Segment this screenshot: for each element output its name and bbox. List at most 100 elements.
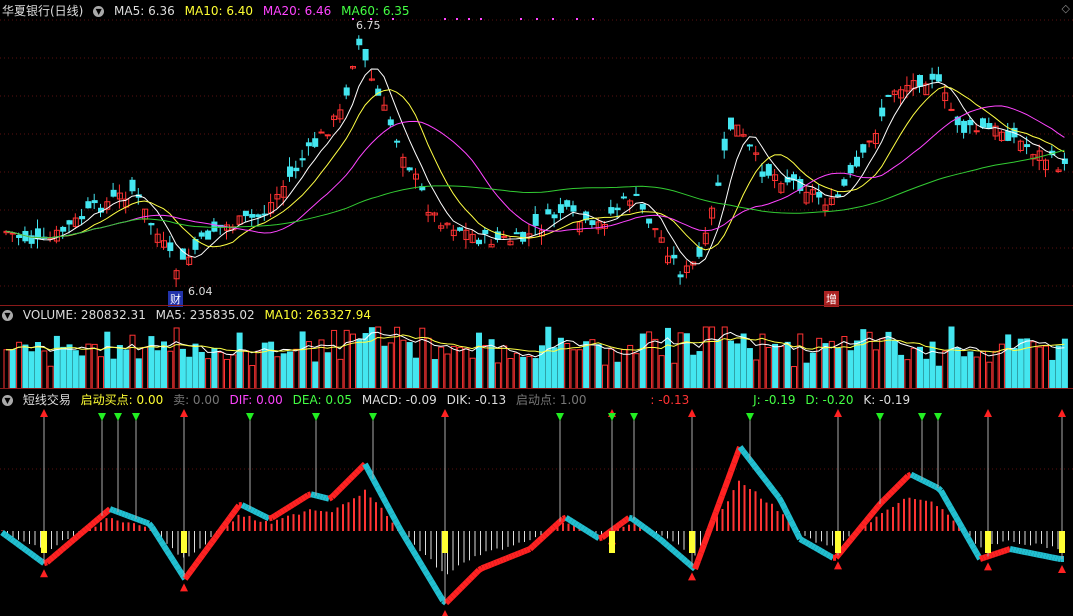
- signal-line: [395, 520, 398, 526]
- volume-bar: [798, 334, 803, 389]
- signal-line: [965, 533, 968, 538]
- volume-bar: [48, 366, 53, 389]
- signal-line: [500, 560, 503, 561]
- candle-body: [930, 74, 935, 79]
- candle-body: [477, 240, 482, 243]
- signal-line: [806, 542, 809, 544]
- candlestick-chart[interactable]: [0, 0, 1073, 305]
- signal-line: [353, 473, 356, 476]
- signal-line: [257, 513, 260, 515]
- signal-line: [281, 510, 284, 512]
- candle-body: [918, 76, 923, 87]
- signal-dot: [392, 18, 394, 20]
- signal-line: [911, 475, 914, 477]
- signal-line: [221, 526, 224, 530]
- volume-bar: [911, 348, 916, 389]
- signal-line: [1019, 551, 1022, 552]
- chevron-down-icon[interactable]: ▼: [2, 395, 13, 406]
- signal-line: [266, 517, 269, 519]
- volume-bar: [61, 347, 66, 389]
- candle-body: [880, 108, 885, 116]
- signal-line: [380, 492, 383, 498]
- signal-line: [710, 520, 713, 528]
- signal-line: [335, 491, 338, 494]
- buy-arrow-icon: [984, 409, 992, 417]
- start-point-bar: [181, 531, 187, 553]
- candle-body: [886, 95, 891, 96]
- volume-ma10-value: MA10: 263327.94: [264, 308, 371, 322]
- volume-bar: [930, 342, 935, 389]
- signal-line: [638, 523, 641, 525]
- diamond-icon[interactable]: ◇: [1062, 2, 1070, 15]
- signal-line: [230, 514, 233, 518]
- signal-line: [143, 521, 146, 522]
- sell-arrow-icon: [369, 413, 377, 421]
- candle-body: [855, 157, 860, 166]
- signal-line: [791, 521, 794, 527]
- indicator-title[interactable]: 短线交易: [23, 393, 71, 407]
- signal-line: [350, 476, 353, 479]
- indicator-chart[interactable]: [0, 389, 1073, 616]
- signal-line: [155, 532, 158, 537]
- candle-body: [621, 197, 626, 198]
- volume-bar: [955, 348, 960, 389]
- chevron-down-icon[interactable]: ▼: [93, 6, 104, 17]
- signal-line: [152, 527, 155, 532]
- signal-line: [383, 497, 386, 503]
- signal-line: [194, 563, 197, 567]
- volume-bar: [533, 359, 538, 389]
- signal-line: [296, 501, 299, 503]
- volume-ma5-value: MA5: 235835.02: [156, 308, 255, 322]
- candle-body: [514, 233, 519, 234]
- candle-body: [294, 168, 299, 170]
- volume-chart-pane[interactable]: ▼ VOLUME: 280832.31 MA5: 235835.02 MA10:…: [0, 305, 1073, 389]
- chevron-down-icon[interactable]: ▼: [2, 310, 13, 321]
- volume-bar: [590, 340, 595, 389]
- signal-line: [170, 555, 173, 560]
- signal-line: [416, 556, 419, 561]
- signal-line: [71, 539, 74, 542]
- signal-line: [629, 518, 632, 519]
- volume-bar: [269, 342, 274, 389]
- buy-arrow-icon: [1058, 565, 1066, 573]
- signal-line: [413, 551, 416, 556]
- volume-bar: [880, 339, 885, 389]
- signal-line: [695, 561, 698, 569]
- signal-line: [263, 516, 266, 518]
- signal-line: [437, 591, 440, 596]
- signal-line: [614, 527, 617, 529]
- signal-line: [110, 509, 113, 510]
- signal-line: [290, 505, 293, 507]
- volume-bar: [552, 348, 557, 389]
- volume-bar: [288, 352, 293, 389]
- candle-body: [615, 208, 620, 210]
- price-chart-pane[interactable]: 华夏银行(日线) ▼ MA5: 6.36 MA10: 6.40 MA20: 6.…: [0, 0, 1073, 305]
- signal-line: [473, 573, 476, 576]
- volume-bar: [943, 351, 948, 389]
- start-point-bar: [835, 531, 841, 553]
- volume-bar: [974, 357, 979, 389]
- signal-line: [794, 527, 797, 533]
- volume-bar: [521, 357, 526, 389]
- signal-line: [686, 561, 689, 564]
- signal-line: [533, 544, 536, 547]
- volume-bar: [111, 359, 116, 389]
- signal-line: [545, 533, 548, 536]
- indicator-chart-pane[interactable]: ▼ 短线交易 启动买点: 0.00 卖: 0.00 DIF: 0.00 DEA:…: [0, 388, 1073, 616]
- volume-bar: [905, 360, 910, 389]
- start-point-bar: [689, 531, 695, 553]
- volume-bar: [1018, 339, 1023, 389]
- signal-line: [536, 541, 539, 544]
- stock-title[interactable]: 华夏银行(日线): [2, 4, 83, 18]
- signal-line: [869, 514, 872, 518]
- signal-line: [401, 531, 404, 536]
- macd-value: MACD: -0.09: [362, 393, 437, 407]
- signal-line: [938, 488, 941, 491]
- start-point-bar: [985, 531, 991, 553]
- signal-line: [992, 554, 995, 555]
- volume-bar: [388, 343, 393, 389]
- buy-arrow-icon: [984, 562, 992, 570]
- indicator-pane-header: ▼ 短线交易 启动买点: 0.00 卖: 0.00 DIF: 0.00 DEA:…: [2, 391, 916, 407]
- buy-arrow-icon: [180, 583, 188, 591]
- signal-line: [539, 538, 542, 541]
